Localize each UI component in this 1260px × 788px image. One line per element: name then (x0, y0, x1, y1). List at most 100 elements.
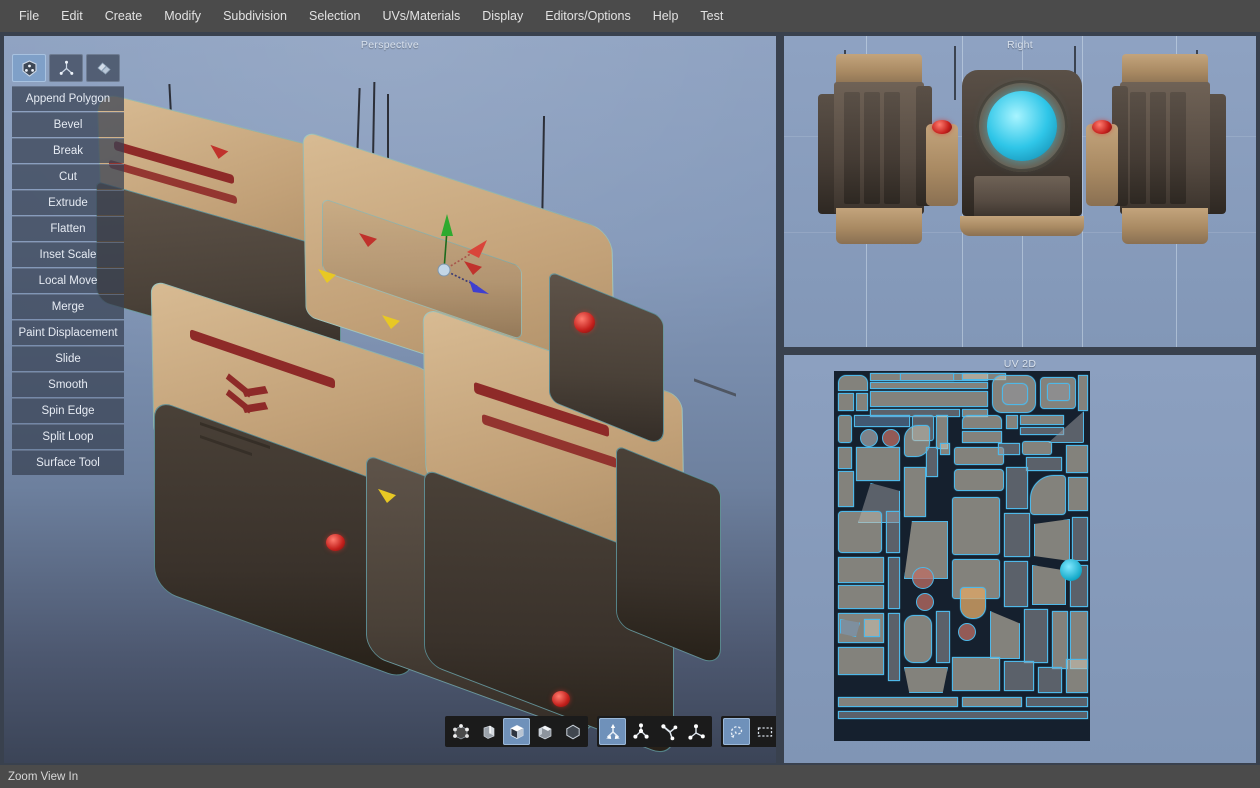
menu-item-edit[interactable]: Edit (50, 4, 94, 28)
uv-shell[interactable] (936, 611, 950, 663)
viewport-perspective[interactable]: Perspective Append Polygon Bevel Break C… (2, 34, 778, 765)
tool-local-move[interactable]: Local Move (12, 268, 124, 293)
uv-shell[interactable] (954, 447, 1004, 465)
uv-shell[interactable] (838, 585, 884, 609)
uv-shell[interactable] (1020, 415, 1064, 425)
select-object-button[interactable] (559, 718, 586, 745)
uv-shell[interactable] (1030, 475, 1066, 515)
tool-paint-displacement[interactable]: Paint Displacement (12, 320, 124, 345)
tool-merge[interactable]: Merge (12, 294, 124, 319)
menu-item-display[interactable]: Display (471, 4, 534, 28)
uv-shell[interactable] (926, 447, 938, 477)
uv-shell[interactable] (1004, 561, 1028, 607)
menu-item-create[interactable]: Create (94, 4, 154, 28)
tool-spin-edge[interactable]: Spin Edge (12, 398, 124, 423)
uv-shell[interactable] (856, 393, 868, 411)
uv-shell[interactable] (856, 447, 900, 481)
uv-shell[interactable] (838, 557, 884, 583)
uv-shell-engine-glow[interactable] (1060, 559, 1082, 581)
lasso-select-button[interactable] (723, 718, 750, 745)
uv-shell[interactable] (1004, 513, 1030, 557)
uv-shell[interactable] (1024, 609, 1048, 663)
uv-shell[interactable] (1066, 659, 1088, 693)
select-vertex-button[interactable] (447, 718, 474, 745)
tool-flatten[interactable]: Flatten (12, 216, 124, 241)
uv-shell[interactable] (962, 697, 1022, 707)
uv-shell-circle[interactable] (882, 429, 900, 447)
uv-shell[interactable] (1078, 375, 1088, 411)
menu-item-help[interactable]: Help (642, 4, 690, 28)
transform-gizmo-move[interactable] (419, 208, 519, 303)
tool-surface-tool[interactable]: Surface Tool (12, 450, 124, 475)
uv-shell[interactable] (838, 415, 852, 443)
viewport-uv2d[interactable]: UV 2D (782, 353, 1258, 765)
uv-shell[interactable] (962, 415, 1002, 429)
uv-shell[interactable] (1026, 457, 1062, 471)
uv-shell[interactable] (886, 511, 900, 553)
tool-bevel[interactable]: Bevel (12, 112, 124, 137)
uv-shell[interactable] (838, 711, 1088, 719)
uv-shell[interactable] (1022, 441, 1052, 455)
uv-shell[interactable] (838, 471, 854, 507)
tool-extrude[interactable]: Extrude (12, 190, 124, 215)
menu-item-selection[interactable]: Selection (298, 4, 371, 28)
uv-shell[interactable] (952, 657, 1000, 691)
viewport-right[interactable]: Right (782, 34, 1258, 349)
uv-shell[interactable] (1066, 445, 1088, 473)
uv-shell[interactable] (1038, 667, 1062, 693)
uv-shell-circle[interactable] (860, 429, 878, 447)
tool-break[interactable]: Break (12, 138, 124, 163)
uv-shell-circle-detail[interactable] (958, 623, 976, 641)
uv-shell[interactable] (838, 511, 882, 553)
uv-shell-orange[interactable] (960, 587, 986, 619)
tool-slide[interactable]: Slide (12, 346, 124, 371)
uv-shell[interactable] (900, 373, 954, 381)
uv-shell[interactable] (954, 469, 1004, 491)
uv-shell-circle-detail[interactable] (916, 593, 934, 611)
uv-shell[interactable] (940, 443, 950, 455)
edge-mode-button[interactable] (49, 54, 83, 82)
uv-shell[interactable] (888, 613, 900, 681)
select-face-button[interactable] (503, 718, 530, 745)
rotate-gizmo-button[interactable] (627, 718, 654, 745)
uv-shell[interactable] (864, 619, 880, 637)
uv-shell[interactable] (904, 615, 932, 663)
uv-shell[interactable] (904, 667, 948, 693)
vertex-mode-button[interactable] (12, 54, 46, 82)
uv-layout-canvas[interactable] (834, 371, 1090, 741)
uv-shell[interactable] (854, 415, 910, 427)
uv-shell[interactable] (888, 557, 900, 609)
uv-shell[interactable] (990, 611, 1020, 659)
uv-shell[interactable] (870, 391, 988, 407)
uv-shell[interactable] (962, 431, 1002, 443)
move-gizmo-button[interactable] (599, 718, 626, 745)
uv-shell[interactable] (1004, 661, 1034, 691)
rectangle-select-button[interactable] (751, 718, 776, 745)
uv-shell[interactable] (1006, 467, 1028, 509)
uv-shell[interactable] (838, 697, 958, 707)
uv-shell[interactable] (1026, 697, 1088, 707)
uv-shell[interactable] (870, 382, 988, 389)
universal-gizmo-button[interactable] (683, 718, 710, 745)
select-polygon-button[interactable] (531, 718, 558, 745)
uv-shell-circle-detail[interactable] (912, 567, 934, 589)
uv-shell[interactable] (1068, 477, 1088, 511)
uv-shell[interactable] (1006, 415, 1018, 429)
face-mode-button[interactable] (86, 54, 120, 82)
scale-gizmo-button[interactable] (655, 718, 682, 745)
menu-item-subdivision[interactable]: Subdivision (212, 4, 298, 28)
uv-shell[interactable] (998, 443, 1020, 455)
menu-item-modify[interactable]: Modify (153, 4, 212, 28)
menu-item-test[interactable]: Test (689, 4, 734, 28)
select-edge-button[interactable] (475, 718, 502, 745)
menu-item-file[interactable]: File (8, 4, 50, 28)
uv-shell[interactable] (838, 393, 854, 411)
uv-shell[interactable] (1002, 383, 1028, 405)
uv-shell[interactable] (1020, 427, 1064, 435)
tool-split-loop[interactable]: Split Loop (12, 424, 124, 449)
uv-shell[interactable] (952, 497, 1000, 555)
uv-shell[interactable] (838, 447, 852, 469)
uv-shell[interactable] (838, 647, 884, 675)
uv-shell[interactable] (904, 467, 926, 517)
tool-inset-scale[interactable]: Inset Scale (12, 242, 124, 267)
